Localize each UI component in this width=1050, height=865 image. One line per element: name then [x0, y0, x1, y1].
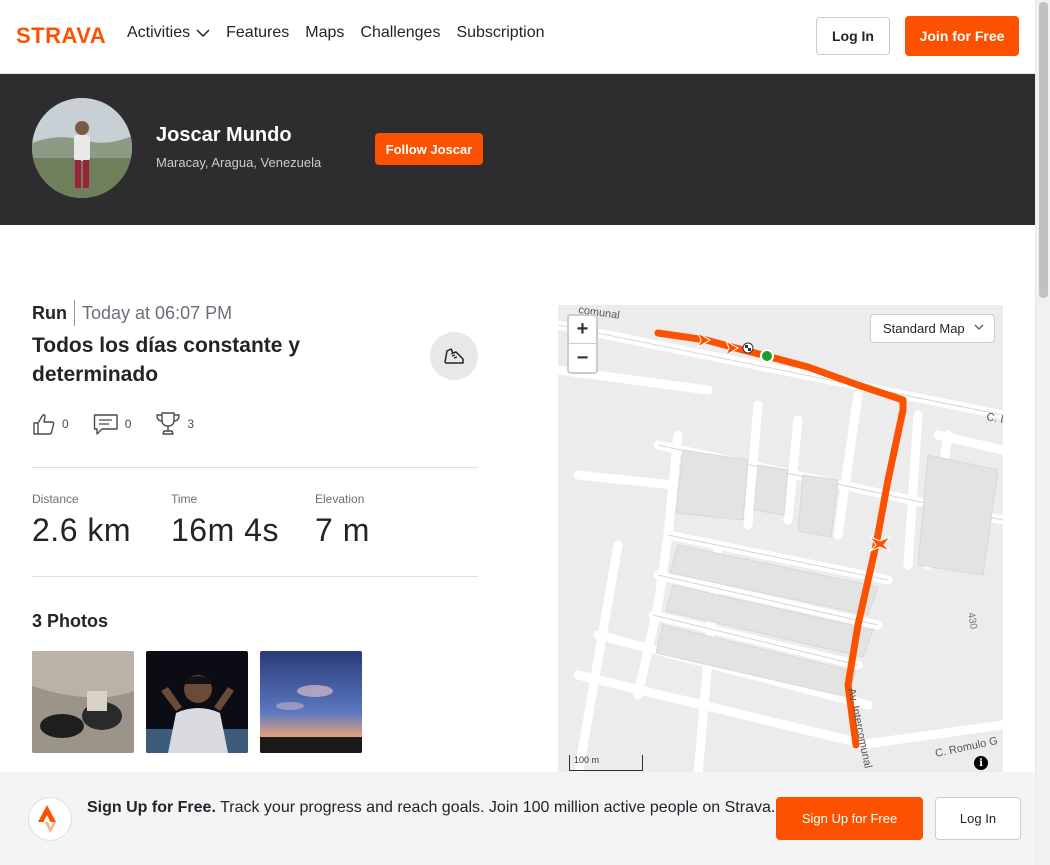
map-canvas[interactable]: comunal C. I 430 Av. Intercomunal C. Rom…	[558, 305, 1003, 775]
main-nav: Activities Features Maps Challenges Subs…	[127, 24, 561, 42]
route-map[interactable]: comunal C. I 430 Av. Intercomunal C. Rom…	[558, 305, 1003, 775]
stat-value: 16m 4s	[171, 512, 279, 548]
thumbs-up-icon	[33, 414, 55, 435]
trophy-icon	[156, 412, 181, 435]
signup-text: Sign Up for Free. Track your progress an…	[87, 797, 777, 819]
nav-subscription[interactable]: Subscription	[456, 24, 544, 42]
photo-thumbnail[interactable]	[146, 651, 248, 753]
athlete-location: Maracay, Aragua, Venezuela	[156, 155, 322, 170]
achievements-button[interactable]: 3	[155, 411, 194, 437]
stat-value: 2.6 km	[32, 512, 132, 548]
top-navigation: STRAVA Activities Features Maps Challeng…	[0, 0, 1035, 74]
kudos-count: 0	[62, 417, 69, 431]
photos-title: 3 Photos	[32, 611, 109, 631]
strava-logo[interactable]: STRAVA	[16, 23, 111, 50]
comments-button[interactable]: 0	[93, 412, 132, 436]
scrollbar-thumb[interactable]	[1039, 2, 1048, 298]
divider	[32, 576, 478, 577]
map-style-value: Standard Map	[883, 321, 965, 336]
nav-features[interactable]: Features	[226, 24, 289, 42]
chevron-down-icon	[974, 324, 984, 330]
nav-subscription-label: Subscription	[456, 24, 545, 41]
signup-banner: Sign Up for Free. Track your progress an…	[0, 772, 1035, 865]
nav-challenges[interactable]: Challenges	[360, 24, 440, 42]
strava-app-icon	[29, 798, 71, 840]
chevron-down-icon	[196, 29, 210, 37]
activity-header: Run Today at 06:07 PM	[32, 298, 232, 328]
activity-title: Todos los días constante y determinado	[32, 334, 300, 386]
nav-features-label: Features	[226, 24, 290, 41]
finish-marker-icon	[742, 342, 754, 354]
athlete-banner: Joscar Mundo Maracay, Aragua, Venezuela …	[0, 74, 1035, 225]
signup-button[interactable]: Sign Up for Free	[776, 797, 923, 840]
map-scale: 100 m	[569, 755, 643, 771]
comment-icon	[93, 414, 118, 435]
page: STRAVA Activities Features Maps Challeng…	[0, 0, 1035, 865]
avatar[interactable]	[32, 98, 132, 198]
activity-stats: Distance 2.6 km Time 16m 4s Elevation 7 …	[32, 492, 435, 549]
nav-challenges-label: Challenges	[360, 24, 441, 41]
logo-text: STRAVA	[16, 25, 106, 45]
nav-maps-label: Maps	[305, 24, 345, 41]
zoom-control: + −	[567, 314, 598, 374]
start-marker-icon	[760, 349, 774, 363]
comments-count: 0	[124, 417, 132, 431]
nav-activities-label: Activities	[127, 24, 191, 41]
activity-time: Today at 06:07 PM	[82, 302, 233, 323]
signup-body: Track your progress and reach goals. Joi…	[215, 799, 776, 816]
scrollbar[interactable]	[1035, 0, 1050, 865]
follow-button[interactable]: Follow Joscar	[375, 133, 483, 165]
stat-elevation: Elevation 7 m	[315, 492, 435, 549]
activity-type: Run	[32, 300, 75, 326]
stat-label: Time	[171, 492, 198, 506]
stat-label: Elevation	[315, 492, 365, 506]
map-style-select[interactable]: Standard Map	[870, 314, 995, 343]
divider	[32, 467, 478, 468]
stat-time: Time 16m 4s	[171, 492, 315, 549]
login-button[interactable]: Log In	[816, 17, 890, 55]
signup-bold: Sign Up for Free.	[87, 799, 216, 816]
signup-login-button[interactable]: Log In	[935, 797, 1021, 840]
zoom-out-button[interactable]: −	[569, 344, 596, 372]
achievements-count: 3	[187, 417, 195, 431]
athlete-name[interactable]: Joscar Mundo	[156, 124, 292, 147]
kudos-button[interactable]: 0	[32, 412, 69, 436]
join-button[interactable]: Join for Free	[905, 16, 1019, 56]
nav-maps[interactable]: Maps	[305, 24, 344, 42]
scale-label: 100 m	[574, 755, 600, 765]
photo-thumbnail[interactable]	[32, 651, 134, 753]
stat-label: Distance	[32, 492, 79, 506]
running-shoe-icon	[430, 332, 478, 380]
info-icon[interactable]: i	[974, 756, 988, 770]
nav-activities[interactable]: Activities	[127, 24, 210, 42]
photo-strip	[32, 651, 374, 753]
zoom-in-button[interactable]: +	[569, 316, 596, 344]
social-stats: 0 0 3	[32, 411, 218, 437]
photo-thumbnail[interactable]	[260, 651, 362, 753]
stat-value: 7 m	[315, 512, 370, 548]
stat-distance: Distance 2.6 km	[32, 492, 171, 549]
